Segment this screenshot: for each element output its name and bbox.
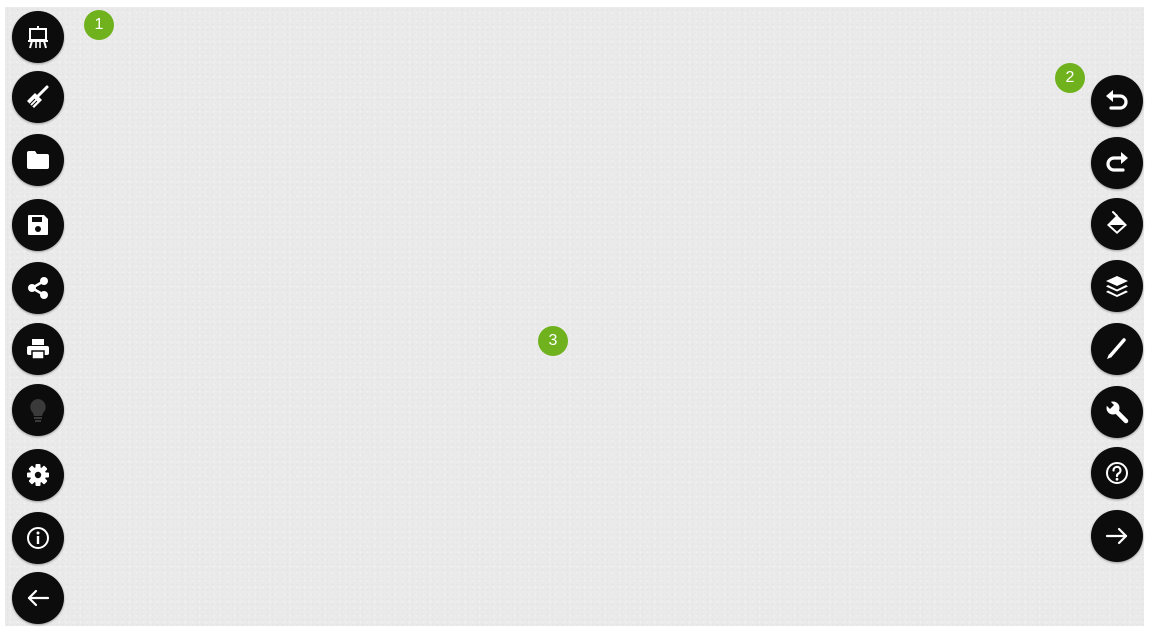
- save-button[interactable]: [12, 199, 64, 251]
- fill-bucket-icon: [1107, 211, 1127, 234]
- share-button[interactable]: [12, 262, 64, 314]
- help-button[interactable]: [1091, 447, 1143, 499]
- print-button[interactable]: [12, 323, 64, 375]
- floppy-disk-icon: [28, 215, 48, 235]
- pen-button[interactable]: [1091, 323, 1143, 375]
- clear-button[interactable]: [12, 71, 64, 123]
- open-button[interactable]: [12, 134, 64, 186]
- broom-icon: [27, 85, 49, 108]
- layers-button[interactable]: [1091, 260, 1143, 312]
- back-button[interactable]: [12, 572, 64, 624]
- callout-marker-3: 3: [538, 326, 568, 356]
- redo-icon: [1106, 152, 1128, 172]
- lightbulb-icon: [30, 399, 46, 422]
- hint-button[interactable]: [12, 384, 64, 436]
- fill-button[interactable]: [1091, 198, 1143, 250]
- easel-icon: [28, 26, 48, 49]
- printer-icon: [27, 339, 49, 360]
- gear-icon: [27, 464, 49, 486]
- info-icon: [27, 527, 49, 549]
- board-button[interactable]: [12, 11, 64, 63]
- share-icon: [28, 277, 48, 299]
- help-icon: [1106, 462, 1128, 484]
- folder-icon: [27, 151, 49, 169]
- info-button[interactable]: [12, 512, 64, 564]
- wrench-icon: [1106, 401, 1129, 424]
- arrow-left-icon: [27, 589, 50, 607]
- drawing-canvas[interactable]: [5, 7, 1144, 626]
- layers-icon: [1106, 276, 1128, 297]
- pencil-icon: [1107, 338, 1126, 359]
- settings-button[interactable]: [12, 449, 64, 501]
- redo-button[interactable]: [1091, 137, 1143, 189]
- undo-icon: [1106, 90, 1128, 110]
- callout-marker-2: 2: [1055, 63, 1085, 93]
- arrow-right-icon: [1105, 527, 1128, 545]
- undo-button[interactable]: [1091, 75, 1143, 127]
- callout-marker-1: 1: [84, 10, 114, 40]
- next-button[interactable]: [1091, 510, 1143, 562]
- tools-button[interactable]: [1091, 386, 1143, 438]
